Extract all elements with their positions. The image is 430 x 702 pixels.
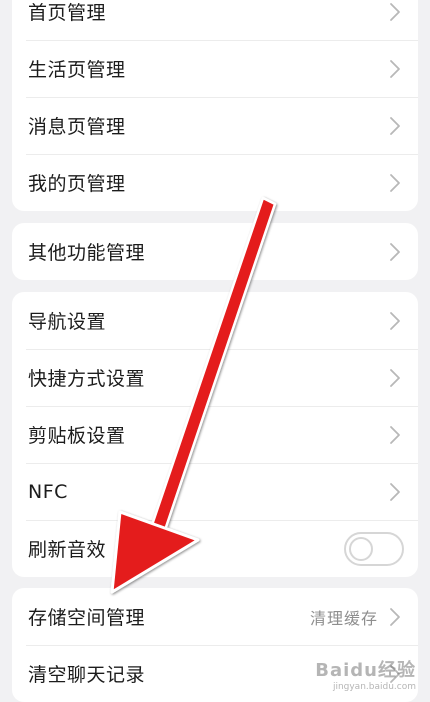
settings-row-home-page[interactable]: 首页管理 (12, 0, 418, 40)
chevron-right-icon (388, 115, 402, 137)
watermark-sub: jingyan.baidu.com (332, 682, 416, 692)
settings-row-my-page[interactable]: 我的页管理 (12, 154, 418, 211)
chevron-right-icon (388, 241, 402, 263)
toggle-knob (349, 536, 373, 561)
settings-row-life-page[interactable]: 生活页管理 (12, 40, 418, 97)
settings-row-nfc[interactable]: NFC (12, 463, 418, 520)
settings-group-general: 导航设置 快捷方式设置 剪贴板设置 NFC 刷新音效 (12, 292, 418, 577)
chevron-right-icon (388, 172, 402, 194)
row-label: 剪贴板设置 (28, 425, 126, 447)
refresh-sound-toggle[interactable] (344, 531, 404, 566)
row-label: 其他功能管理 (28, 242, 146, 264)
row-label: 刷新音效 (28, 539, 107, 561)
row-label: 快捷方式设置 (28, 368, 146, 390)
watermark-text: Baidu经验 (315, 660, 416, 681)
settings-row-other-features[interactable]: 其他功能管理 (12, 223, 418, 280)
settings-row-refresh-sound: 刷新音效 (12, 520, 418, 577)
baidu-watermark: Baidu经验 jingyan.baidu.com (315, 656, 416, 692)
settings-row-navigation[interactable]: 导航设置 (12, 292, 418, 349)
settings-row-storage[interactable]: 存储空间管理 清理缓存 (12, 588, 418, 645)
settings-row-message-page[interactable]: 消息页管理 (12, 97, 418, 154)
settings-row-clipboard[interactable]: 剪贴板设置 (12, 406, 418, 463)
chevron-right-icon (388, 481, 402, 503)
settings-row-shortcuts[interactable]: 快捷方式设置 (12, 349, 418, 406)
row-label: 存储空间管理 (28, 607, 146, 629)
chevron-right-icon (388, 424, 402, 446)
chevron-right-icon (388, 310, 402, 332)
settings-group-pages: 首页管理 生活页管理 消息页管理 我的页管理 (12, 0, 418, 211)
settings-group-other: 其他功能管理 (12, 223, 418, 280)
row-label: 首页管理 (28, 2, 107, 24)
row-label: 消息页管理 (28, 116, 126, 138)
chevron-right-icon (388, 1, 402, 23)
chevron-right-icon (388, 367, 402, 389)
row-label: NFC (28, 480, 68, 503)
row-label: 导航设置 (28, 311, 107, 333)
row-label: 我的页管理 (28, 173, 126, 195)
chevron-right-icon (388, 58, 402, 80)
chevron-right-icon (388, 606, 402, 628)
row-value: 清理缓存 (309, 608, 378, 628)
row-label: 生活页管理 (28, 59, 126, 81)
